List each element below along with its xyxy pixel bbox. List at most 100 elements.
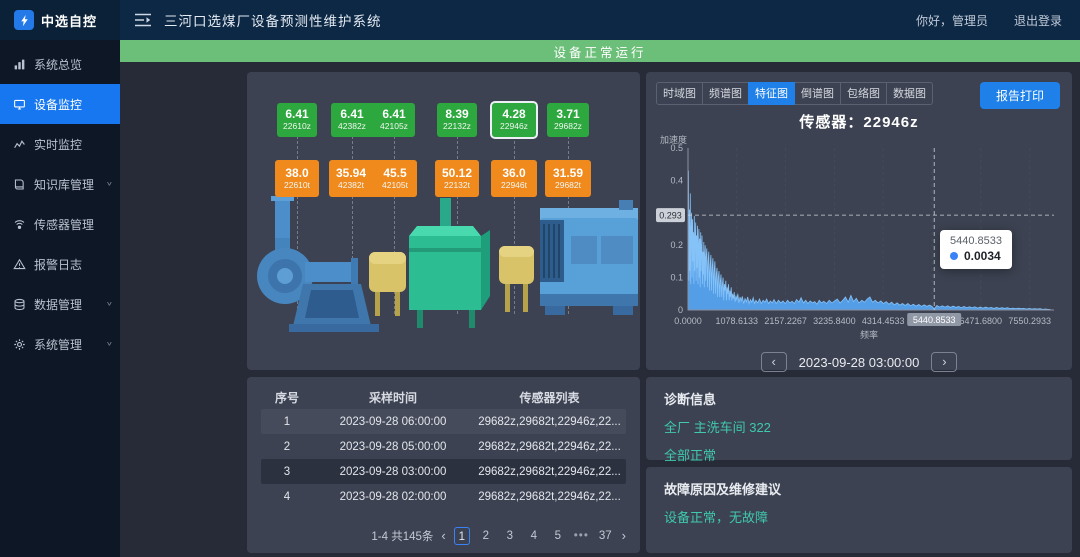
logo: 中选自控	[0, 0, 120, 40]
badge-sensor-id: 42105z	[380, 122, 408, 132]
page-button-5[interactable]: 5	[550, 527, 566, 545]
badge-sensor-id: 42382z	[338, 122, 366, 132]
prev-page-icon[interactable]: ‹	[441, 528, 445, 544]
cell-no: 1	[261, 416, 313, 428]
cell-sensor-list: 29682z,29682t,22946z,22...	[473, 491, 626, 503]
date-navigation: ‹ 2023-09-28 03:00:00 ›	[646, 352, 1072, 372]
badge-sensor-id: 22610t	[284, 181, 310, 191]
sidebar-item-label: 设备监控	[34, 96, 82, 113]
tab-数据图[interactable]: 数据图	[886, 82, 933, 105]
fault-lines: 设备正常，无故障	[664, 507, 1054, 526]
sidebar-item-device-monitor[interactable]: 设备监控	[0, 84, 120, 124]
sensor-badge-group: 36.022946t	[491, 160, 537, 197]
page-button-2[interactable]: 2	[478, 527, 494, 545]
tab-特征图[interactable]: 特征图	[748, 82, 795, 105]
tooltip-frequency: 5440.8533	[950, 235, 1002, 247]
table-row[interactable]: 42023-09-28 02:00:0029682z,29682t,22946z…	[261, 484, 626, 509]
page-button-1[interactable]: 1	[454, 527, 470, 545]
sensor-badge-22946t[interactable]: 36.022946t	[491, 160, 537, 197]
badge-value: 31.59	[553, 167, 583, 181]
logo-text: 中选自控	[41, 11, 97, 30]
badge-value: 4.28	[502, 108, 525, 122]
page-button-4[interactable]: 4	[526, 527, 542, 545]
svg-text:6471.6800: 6471.6800	[960, 316, 1003, 326]
sidebar-item-alarm-log[interactable]: 报警日志	[0, 244, 120, 284]
sidebar-item-system-overview[interactable]: 系统总览	[0, 44, 120, 84]
print-report-button[interactable]: 报告打印	[980, 82, 1060, 109]
diagnosis-panel: 诊断信息 全厂 主洗车间 322全部正常	[646, 377, 1072, 460]
svg-text:4314.4533: 4314.4533	[862, 316, 905, 326]
sidebar-item-knowledge-base[interactable]: 知识库管理˅	[0, 164, 120, 204]
tab-倒谱图[interactable]: 倒谱图	[794, 82, 841, 105]
sidebar-item-label: 实时监控	[34, 136, 82, 153]
page-button-3[interactable]: 3	[502, 527, 518, 545]
chevron-right-icon[interactable]: ›	[931, 352, 957, 372]
tab-包络图[interactable]: 包络图	[840, 82, 887, 105]
logout-button[interactable]: 退出登录	[1014, 12, 1062, 29]
sidebar-item-sensor-management[interactable]: 传感器管理	[0, 204, 120, 244]
badge-sensor-id: 22946t	[501, 181, 527, 191]
cell-no: 2	[261, 441, 313, 453]
app-root: 中选自控 三河口选煤厂设备预测性维护系统 你好，管理员 退出登录 系统总览设备监…	[0, 0, 1080, 557]
sensor-badge-29682z[interactable]: 3.7129682z	[547, 103, 589, 137]
data-icon	[13, 298, 26, 311]
table-row[interactable]: 32023-09-28 03:00:0029682z,29682t,22946z…	[261, 459, 626, 484]
badge-value: 38.0	[285, 167, 308, 181]
svg-text:3235.8400: 3235.8400	[813, 316, 856, 326]
tab-时域图[interactable]: 时域图	[656, 82, 703, 105]
sensor-badge-22132t[interactable]: 50.1222132t	[435, 160, 479, 197]
cell-sample-time: 2023-09-28 05:00:00	[313, 441, 473, 453]
badge-sensor-id: 29682t	[555, 181, 581, 191]
sensor-badge-group: 3.7129682z	[547, 103, 589, 137]
coupling-right	[499, 246, 534, 312]
sensor-badge-42105t[interactable]: 45.542105t	[373, 160, 417, 197]
sidebar-item-data-management[interactable]: 数据管理˅	[0, 284, 120, 324]
realtime-icon	[13, 138, 26, 151]
spectrum-chart-panel: 时域图频谱图特征图倒谱图包络图数据图 报告打印 传感器：22946z 00.10…	[646, 72, 1072, 370]
page-title: 三河口选煤厂设备预测性维护系统	[164, 10, 382, 30]
motor	[540, 200, 638, 315]
cell-sample-time: 2023-09-28 03:00:00	[313, 466, 473, 478]
cell-sample-time: 2023-09-28 06:00:00	[313, 416, 473, 428]
sensor-badge-22132z[interactable]: 8.3922132z	[437, 103, 477, 137]
chevron-left-icon[interactable]: ‹	[761, 352, 787, 372]
sensor-badge-29682t[interactable]: 31.5929682t	[545, 160, 591, 197]
badge-sensor-id: 29682z	[554, 122, 582, 132]
column-header: 传感器列表	[473, 389, 626, 406]
user-greeting: 你好，管理员	[916, 12, 988, 29]
badge-value: 6.41	[382, 108, 405, 122]
svg-text:1078.6133: 1078.6133	[716, 316, 759, 326]
sensor-badge-42382t[interactable]: 35.9442382t	[329, 160, 373, 197]
cell-sample-time: 2023-09-28 02:00:00	[313, 491, 473, 503]
sensor-badge-22946z[interactable]: 4.2822946z	[492, 103, 536, 137]
sensor-badge-42105z[interactable]: 6.4142105z	[373, 103, 415, 137]
sidebar: 系统总览设备监控实时监控知识库管理˅传感器管理报警日志数据管理˅系统管理˅	[0, 40, 120, 557]
sidebar-item-label: 数据管理	[34, 296, 82, 313]
sidebar-item-label: 系统管理	[34, 336, 82, 353]
sensor-badge-group: 6.4142382z6.4142105z	[331, 103, 415, 137]
diagnosis-lines: 全厂 主洗车间 322全部正常	[664, 417, 1054, 464]
sensor-badge-22610t[interactable]: 38.022610t	[275, 160, 319, 197]
samples-table-panel: 序号采样时间传感器列表 12023-09-28 06:00:0029682z,2…	[247, 377, 640, 553]
sidebar-item-system-management[interactable]: 系统管理˅	[0, 324, 120, 364]
page-button-37[interactable]: 37	[597, 527, 614, 545]
sensor-badge-42382z[interactable]: 6.4142382z	[331, 103, 373, 137]
tab-频谱图[interactable]: 频谱图	[702, 82, 749, 105]
status-banner: 设备正常运行	[120, 40, 1080, 62]
svg-text:7550.2933: 7550.2933	[1008, 316, 1051, 326]
diagnosis-line: 全厂 主洗车间 322	[664, 417, 1054, 436]
sidebar-item-realtime-monitor[interactable]: 实时监控	[0, 124, 120, 164]
sidebar-fold-icon[interactable]	[134, 13, 152, 27]
current-sample-date: 2023-09-28 03:00:00	[799, 355, 920, 370]
next-page-icon[interactable]: ›	[622, 528, 626, 544]
topbar: 中选自控 三河口选煤厂设备预测性维护系统 你好，管理员 退出登录	[0, 0, 1080, 40]
sensor-badge-group: 35.9442382t45.542105t	[329, 160, 417, 197]
badge-value: 6.41	[340, 108, 363, 122]
cell-no: 4	[261, 491, 313, 503]
table-row[interactable]: 22023-09-28 05:00:0029682z,29682t,22946z…	[261, 434, 626, 459]
lightning-logo-icon	[14, 10, 34, 30]
sensor-badge-22610z[interactable]: 6.4122610z	[277, 103, 317, 137]
sidebar-item-label: 知识库管理	[34, 176, 94, 193]
pagination: 1-4 共145条‹12345•••37›	[261, 527, 626, 547]
table-row[interactable]: 12023-09-28 06:00:0029682z,29682t,22946z…	[261, 409, 626, 434]
